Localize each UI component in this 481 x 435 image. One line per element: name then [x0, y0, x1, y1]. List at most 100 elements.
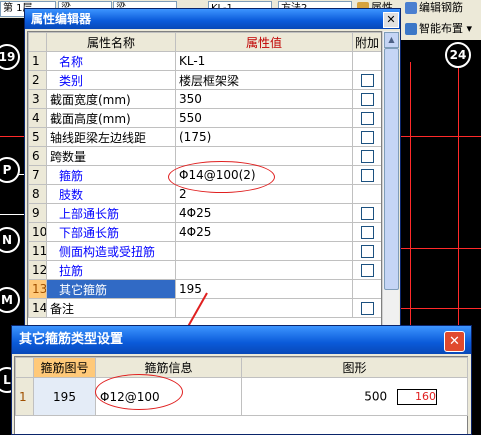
attach-cell — [352, 70, 381, 90]
property-value[interactable]: 350 — [175, 89, 353, 109]
row-number: 12 — [28, 260, 47, 280]
stirrup-shape-cell[interactable]: 500 160 — [241, 377, 468, 416]
close-button[interactable]: ✕ — [383, 12, 399, 28]
attach-checkbox[interactable] — [360, 112, 374, 125]
row-number: 1 — [28, 51, 47, 71]
property-name: 侧面构造或受扭筋 — [46, 241, 176, 261]
window-title: 属性编辑器 — [31, 12, 92, 26]
edit-rebar-button[interactable]: 编辑钢筋 — [405, 1, 463, 15]
property-row[interactable]: 10 下部通长筋 4Φ25 — [28, 222, 381, 242]
row-number: 9 — [28, 203, 47, 223]
axis-label: 24 — [445, 42, 471, 68]
row-number: 5 — [28, 127, 47, 147]
stirrup-dialog-titlebar[interactable]: 其它箍筋类型设置 ✕ — [12, 326, 471, 354]
property-name: 箍筋 — [46, 165, 176, 185]
grid-line — [400, 308, 481, 309]
column-header-name[interactable]: 属性名称 — [46, 32, 176, 52]
attach-checkbox[interactable] — [360, 131, 374, 144]
attach-checkbox[interactable] — [360, 264, 374, 277]
attach-checkbox[interactable] — [360, 169, 374, 182]
property-value[interactable]: 楼层框架梁 — [175, 70, 353, 90]
attach-checkbox[interactable] — [360, 74, 374, 87]
row-number: 6 — [28, 146, 47, 166]
attach-cell — [352, 279, 381, 299]
row-number: 13 — [28, 279, 47, 299]
property-value[interactable]: (175) — [175, 127, 353, 147]
property-row[interactable]: 11 侧面构造或受扭筋 — [28, 241, 381, 261]
attach-cell — [352, 203, 381, 223]
shape-dimension-left: 500 — [364, 389, 388, 403]
property-name: 名称 — [46, 51, 176, 71]
scrollbar-thumb[interactable] — [384, 48, 399, 290]
beam-line — [0, 214, 25, 215]
stirrup-grid: 箍筋图号 箍筋信息 图形 1 195 Φ12@100 500 160 — [14, 356, 468, 434]
edit-rebar-icon — [405, 2, 417, 14]
row-number: 14 — [28, 298, 47, 318]
property-name: 截面高度(mm) — [46, 108, 176, 128]
property-value[interactable]: KL-1 — [175, 51, 353, 71]
property-name: 跨数量 — [46, 146, 176, 166]
table-row[interactable]: 1 195 Φ12@100 500 160 — [15, 377, 468, 416]
grid-line — [458, 62, 459, 352]
highlight-ellipse — [168, 161, 275, 193]
attach-cell — [352, 298, 381, 318]
row-number: 2 — [28, 70, 47, 90]
row-number: 11 — [28, 241, 47, 261]
property-value[interactable] — [175, 260, 353, 280]
column-header-id[interactable]: 箍筋图号 — [33, 357, 96, 378]
attach-checkbox[interactable] — [360, 245, 374, 258]
property-name: 上部通长筋 — [46, 203, 176, 223]
stirrup-type-dialog: 其它箍筋类型设置 ✕ 箍筋图号 箍筋信息 图形 1 195 Φ12@100 50… — [11, 325, 472, 435]
smart-layout-button[interactable]: 智能布置 ▾ — [405, 22, 472, 36]
property-name: 下部通长筋 — [46, 222, 176, 242]
grid-line — [410, 62, 411, 352]
attach-checkbox[interactable] — [360, 226, 374, 239]
property-editor-titlebar[interactable]: 属性编辑器 ✕ — [25, 9, 400, 29]
attach-cell — [352, 127, 381, 147]
property-row[interactable]: 2 类别 楼层框架梁 — [28, 70, 381, 90]
column-header-info[interactable]: 箍筋信息 — [95, 357, 242, 378]
column-header-value[interactable]: 属性值 — [175, 32, 353, 52]
property-name: 肢数 — [46, 184, 176, 204]
row-number: 3 — [28, 89, 47, 109]
attach-checkbox[interactable] — [360, 150, 374, 163]
property-value[interactable]: 4Φ25 — [175, 222, 353, 242]
row-number: 7 — [28, 165, 47, 185]
property-row[interactable]: 3 截面宽度(mm) 350 — [28, 89, 381, 109]
property-row[interactable]: 1 名称 KL-1 — [28, 51, 381, 71]
grid-line — [400, 248, 481, 249]
attach-cell — [352, 241, 381, 261]
attach-cell — [352, 222, 381, 242]
close-button[interactable]: ✕ — [444, 331, 465, 352]
attach-cell — [352, 184, 381, 204]
property-value[interactable] — [175, 241, 353, 261]
property-name: 类别 — [46, 70, 176, 90]
attach-cell — [352, 89, 381, 109]
attach-cell — [352, 108, 381, 128]
column-header-shape[interactable]: 图形 — [241, 357, 468, 378]
vertical-scrollbar[interactable]: ▲ — [382, 31, 399, 329]
row-number: 4 — [28, 108, 47, 128]
shape-dimension-right: 160 — [397, 388, 437, 405]
attach-cell — [352, 146, 381, 166]
property-row[interactable]: 9 上部通长筋 4Φ25 — [28, 203, 381, 223]
attach-checkbox[interactable] — [360, 93, 374, 106]
attach-cell — [352, 260, 381, 280]
property-value[interactable]: 550 — [175, 108, 353, 128]
attach-checkbox[interactable] — [360, 302, 374, 315]
attach-cell — [352, 165, 381, 185]
property-value[interactable]: 4Φ25 — [175, 203, 353, 223]
property-row[interactable]: 4 截面高度(mm) 550 — [28, 108, 381, 128]
attach-cell — [352, 51, 381, 71]
stirrup-id-cell[interactable]: 195 — [33, 377, 96, 416]
column-header-extra[interactable]: 附加 — [352, 32, 381, 52]
property-row[interactable]: 12 拉筋 — [28, 260, 381, 280]
smart-layout-icon — [405, 23, 417, 35]
attach-checkbox[interactable] — [360, 207, 374, 220]
property-name: 截面宽度(mm) — [46, 89, 176, 109]
row-number: 8 — [28, 184, 47, 204]
dialog-title: 其它箍筋类型设置 — [19, 332, 124, 347]
axis-label: P — [0, 157, 20, 183]
scroll-up-icon[interactable]: ▲ — [384, 32, 399, 48]
property-row[interactable]: 5 轴线距梁左边线距 (175) — [28, 127, 381, 147]
